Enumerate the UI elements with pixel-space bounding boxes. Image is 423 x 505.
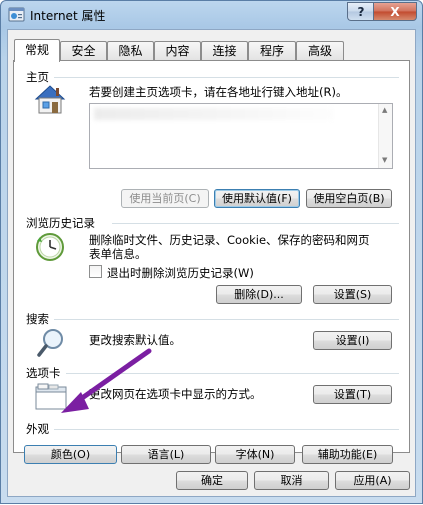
appearance-divider xyxy=(54,429,399,430)
tab-security[interactable]: 安全 xyxy=(60,41,107,60)
homepage-address-text-blurred xyxy=(94,108,334,120)
delete-history-on-exit-label[interactable]: 退出时删除浏览历史记录(W) xyxy=(107,265,254,281)
tabs-icon xyxy=(35,383,67,410)
ok-button[interactable]: 确定 xyxy=(176,471,248,490)
search-description: 更改搜索默认值。 xyxy=(89,333,181,347)
close-icon: X xyxy=(390,4,400,19)
homepage-divider xyxy=(54,77,399,78)
search-settings-button[interactable]: 设置(I) xyxy=(313,331,392,350)
tab-connections[interactable]: 连接 xyxy=(201,41,248,60)
tabs-settings-button[interactable]: 设置(T) xyxy=(313,385,392,404)
internet-options-icon xyxy=(8,7,25,22)
tabs-description: 更改网页在选项卡中显示的方式。 xyxy=(89,387,262,401)
internet-properties-window: Internet 属性 ? X 常规 安全 隐私 内容 连接 程序 高级 主页 xyxy=(0,0,423,504)
languages-button[interactable]: 语言(L) xyxy=(121,445,211,464)
history-description-line1: 删除临时文件、历史记录、Cookie、保存的密码和网页 xyxy=(89,233,370,247)
homepage-description: 若要创建主页选项卡，请在各地址行键入地址(R)。 xyxy=(89,85,348,99)
search-group-title: 搜索 xyxy=(26,312,49,326)
search-icon xyxy=(37,329,63,357)
tab-content[interactable]: 内容 xyxy=(154,41,201,60)
cancel-button[interactable]: 取消 xyxy=(254,471,329,490)
help-button[interactable]: ? xyxy=(347,2,374,21)
delete-history-on-exit-checkbox[interactable] xyxy=(89,265,102,278)
close-button[interactable]: X xyxy=(373,2,417,21)
window-title: Internet 属性 xyxy=(30,9,106,23)
use-current-page-button[interactable]: 使用当前页(C) xyxy=(121,189,209,208)
tab-advanced[interactable]: 高级 xyxy=(296,41,344,60)
home-icon xyxy=(34,85,66,114)
help-icon: ? xyxy=(357,4,365,19)
use-default-button[interactable]: 使用默认值(F) xyxy=(214,189,300,208)
accessibility-button[interactable]: 辅助功能(E) xyxy=(302,445,393,464)
general-tab-panel: 主页 若要创建主页选项卡，请在各地址行键入地址(R)。 ▲ ▼ 使用当前页(C)… xyxy=(13,60,410,464)
appearance-group-title: 外观 xyxy=(26,422,49,436)
colors-button[interactable]: 颜色(O) xyxy=(24,445,117,464)
tab-general[interactable]: 常规 xyxy=(14,39,60,62)
apply-button[interactable]: 应用(A) xyxy=(335,471,410,490)
address-scrollbar[interactable]: ▲ ▼ xyxy=(378,104,392,168)
fonts-button[interactable]: 字体(N) xyxy=(215,445,295,464)
scroll-up-icon[interactable]: ▲ xyxy=(382,106,387,114)
use-blank-button[interactable]: 使用空白页(B) xyxy=(306,189,392,208)
history-description-line2: 表单信息。 xyxy=(89,247,147,261)
homepage-address-box[interactable]: ▲ ▼ xyxy=(89,103,393,169)
dialog-client-area: 常规 安全 隐私 内容 连接 程序 高级 主页 若要创建主页选项卡，请在各地址行… xyxy=(7,29,416,497)
delete-history-button[interactable]: 删除(D)... xyxy=(216,285,302,304)
history-clock-icon xyxy=(36,233,64,261)
history-settings-button[interactable]: 设置(S) xyxy=(313,285,392,304)
title-bar[interactable]: Internet 属性 ? X xyxy=(1,1,422,29)
tabs-divider xyxy=(66,373,399,374)
history-divider xyxy=(112,223,399,224)
history-group-title: 浏览历史记录 xyxy=(26,216,95,230)
tabs-group-title: 选项卡 xyxy=(26,366,61,380)
search-divider xyxy=(54,319,399,320)
tab-programs[interactable]: 程序 xyxy=(248,41,296,60)
tab-privacy[interactable]: 隐私 xyxy=(107,41,154,60)
scroll-down-icon[interactable]: ▼ xyxy=(382,156,387,164)
